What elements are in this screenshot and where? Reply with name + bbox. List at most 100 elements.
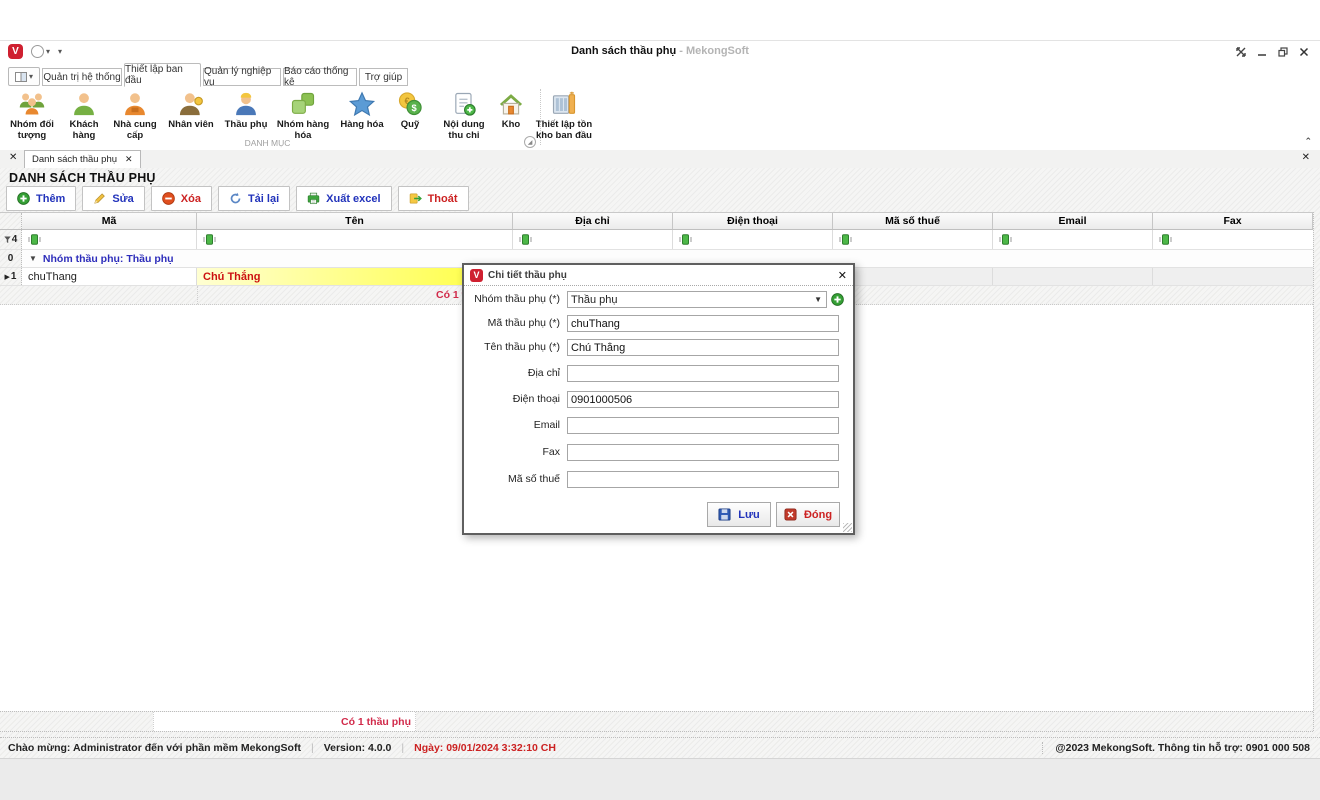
welcome-text: Chào mừng: Administrator đến với phần mề… <box>8 742 301 754</box>
chevron-down-icon[interactable]: ▼ <box>814 295 823 304</box>
column-header-ma[interactable]: Mã <box>22 213 197 229</box>
close-all-tabs-icon[interactable]: ✕ <box>9 153 17 163</box>
application-window: V ▾ ▾ Danh sách thầu phụ - MekongSoft <box>0 0 1320 800</box>
add-button[interactable]: Thêm <box>6 186 76 211</box>
export-excel-icon <box>307 192 320 205</box>
field-row-dia-chi: Địa chỉ <box>464 365 853 382</box>
email-input[interactable] <box>567 417 839 434</box>
group-collapse-icon[interactable]: ▼ <box>29 254 37 263</box>
filter-cell-ma[interactable] <box>22 230 197 249</box>
dien-thoai-input[interactable] <box>567 391 839 408</box>
column-header-ten[interactable]: Tên <box>197 213 513 229</box>
edit-button[interactable]: Sửa <box>82 186 144 211</box>
ribbon-collapse-chevron-icon[interactable]: ⌃ <box>1304 136 1312 147</box>
group-dialog-launcher-icon[interactable]: ◢ <box>524 136 536 148</box>
application-menu-button[interactable]: ▾ <box>8 67 40 86</box>
nhom-thau-phu-combobox[interactable]: Thầu phụ ▼ <box>567 291 827 308</box>
dialog-close-icon[interactable]: ✕ <box>838 269 847 282</box>
dialog-title-bar[interactable]: V Chi tiết thầu phụ ✕ <box>464 265 853 286</box>
export-excel-button[interactable]: Xuất excel <box>296 186 391 211</box>
separator: | <box>401 742 404 754</box>
fullscreen-icon[interactable] <box>1235 46 1247 58</box>
ribbon-item-nhan-vien[interactable]: Nhân viên <box>162 88 220 133</box>
close-tab-icon[interactable]: ✕ <box>125 154 133 165</box>
reload-button[interactable]: Tải lại <box>218 186 290 211</box>
date-text: Ngày: 09/01/2024 3:32:10 CH <box>414 742 556 754</box>
separator: | <box>311 742 314 754</box>
column-header-ma-so-thue[interactable]: Mã số thuế <box>833 213 993 229</box>
cell-value: Chú Thắng <box>203 271 260 283</box>
ribbon-item-nhom-hang-hoa[interactable]: Nhóm hàng hóa <box>272 88 334 144</box>
desktop-strip <box>0 758 1320 800</box>
ma-thau-phu-input[interactable] <box>567 315 839 332</box>
delete-icon <box>162 192 175 205</box>
document-tab-label: Danh sách thầu phụ <box>32 154 117 165</box>
delete-button[interactable]: Xóa <box>151 186 212 211</box>
chevron-down-icon: ▾ <box>29 72 33 81</box>
close-button[interactable]: Đóng <box>776 502 840 527</box>
detail-dialog: V Chi tiết thầu phụ ✕ Nhóm thầu phụ (*) … <box>462 263 855 535</box>
ribbon-item-noi-dung-thu-chi[interactable]: Nội dung thu chi <box>436 88 492 144</box>
column-header-dia-chi[interactable]: Địa chỉ <box>513 213 673 229</box>
exit-button[interactable]: Thoát <box>398 186 469 211</box>
ribbon-tab-initial-setup[interactable]: Thiết lập ban đầu <box>124 63 201 87</box>
filter-cell-dia-chi[interactable] <box>513 230 673 249</box>
ribbon-tab-help[interactable]: Trợ giúp <box>359 68 408 86</box>
ribbon-tab-system-admin[interactable]: Quản trị hệ thống <box>42 68 122 86</box>
window-title-suffix: - MekongSoft <box>676 45 749 57</box>
ribbon-item-nha-cung-cap[interactable]: Nhà cung cấp <box>108 88 162 144</box>
column-title: Điện thoại <box>727 215 778 227</box>
add-group-button[interactable] <box>831 293 844 306</box>
ribbon-item-quy[interactable]: €$ Quỹ <box>390 88 430 133</box>
supplier-icon <box>121 90 149 118</box>
column-header-dien-thoai[interactable]: Điện thoại <box>673 213 833 229</box>
fax-input[interactable] <box>567 444 839 461</box>
ribbon-item-label: Nhân viên <box>168 120 213 131</box>
save-button[interactable]: Lưu <box>707 502 771 527</box>
people-group-icon <box>18 90 46 118</box>
cell-email[interactable] <box>993 268 1153 285</box>
save-floppy-icon <box>718 508 731 521</box>
cell-fax[interactable] <box>1153 268 1313 285</box>
filter-edit-icon <box>519 234 532 245</box>
column-header-email[interactable]: Email <box>993 213 1153 229</box>
minimize-icon[interactable] <box>1256 46 1268 58</box>
filter-cell-ten[interactable] <box>197 230 513 249</box>
ribbon-item-nhom-doi-tuong[interactable]: Nhóm đối tượng <box>4 88 60 144</box>
ribbon-tab-reports[interactable]: Báo cáo thống kê <box>283 68 357 86</box>
product-group-icon <box>289 90 317 118</box>
ribbon-item-hang-hoa[interactable]: Hàng hóa <box>334 88 390 133</box>
cell-ma-so-thue[interactable] <box>833 268 993 285</box>
field-row-ma-so-thue: Mã số thuế <box>464 471 853 488</box>
employee-icon <box>177 90 205 118</box>
column-header-fax[interactable]: Fax <box>1153 213 1313 229</box>
ribbon-item-kho[interactable]: Kho <box>492 88 530 133</box>
document-tab-active[interactable]: Danh sách thầu phụ ✕ <box>24 150 141 168</box>
customer-icon <box>70 90 98 118</box>
ribbon-tab-business-management[interactable]: Quản lý nghiệp vụ <box>203 68 281 86</box>
field-label: Địa chỉ <box>464 367 560 379</box>
grid-vertical-scrollbar[interactable] <box>1313 212 1320 731</box>
field-label: Mã thầu phụ (*) <box>464 317 560 329</box>
cell-ma[interactable]: chuThang <box>22 268 197 285</box>
exit-icon <box>409 192 422 205</box>
ribbon-item-khach-hang[interactable]: Khách hàng <box>60 88 108 144</box>
restore-icon[interactable] <box>1277 46 1289 58</box>
close-document-icon[interactable]: ✕ <box>1302 153 1310 163</box>
filter-cell-fax[interactable] <box>1153 230 1313 249</box>
filter-cell-ma-so-thue[interactable] <box>833 230 993 249</box>
dialog-resize-grip[interactable] <box>843 523 852 532</box>
dia-chi-input[interactable] <box>567 365 839 382</box>
ten-thau-phu-input[interactable] <box>567 339 839 356</box>
button-label: Thoát <box>428 193 458 205</box>
ribbon-item-label: Thầu phụ <box>225 120 268 131</box>
ma-so-thue-input[interactable] <box>567 471 839 488</box>
filter-cell-dien-thoai[interactable] <box>673 230 833 249</box>
filter-cell-email[interactable] <box>993 230 1153 249</box>
field-row-nhom-thau-phu: Nhóm thầu phụ (*) Thầu phụ ▼ <box>464 291 853 308</box>
fund-coins-icon: €$ <box>396 90 424 118</box>
field-label: Email <box>464 419 560 431</box>
ribbon-item-thau-phu[interactable]: Thầu phụ <box>220 88 272 133</box>
close-icon[interactable] <box>1298 46 1310 58</box>
field-row-dien-thoai: Điện thoại <box>464 391 853 408</box>
